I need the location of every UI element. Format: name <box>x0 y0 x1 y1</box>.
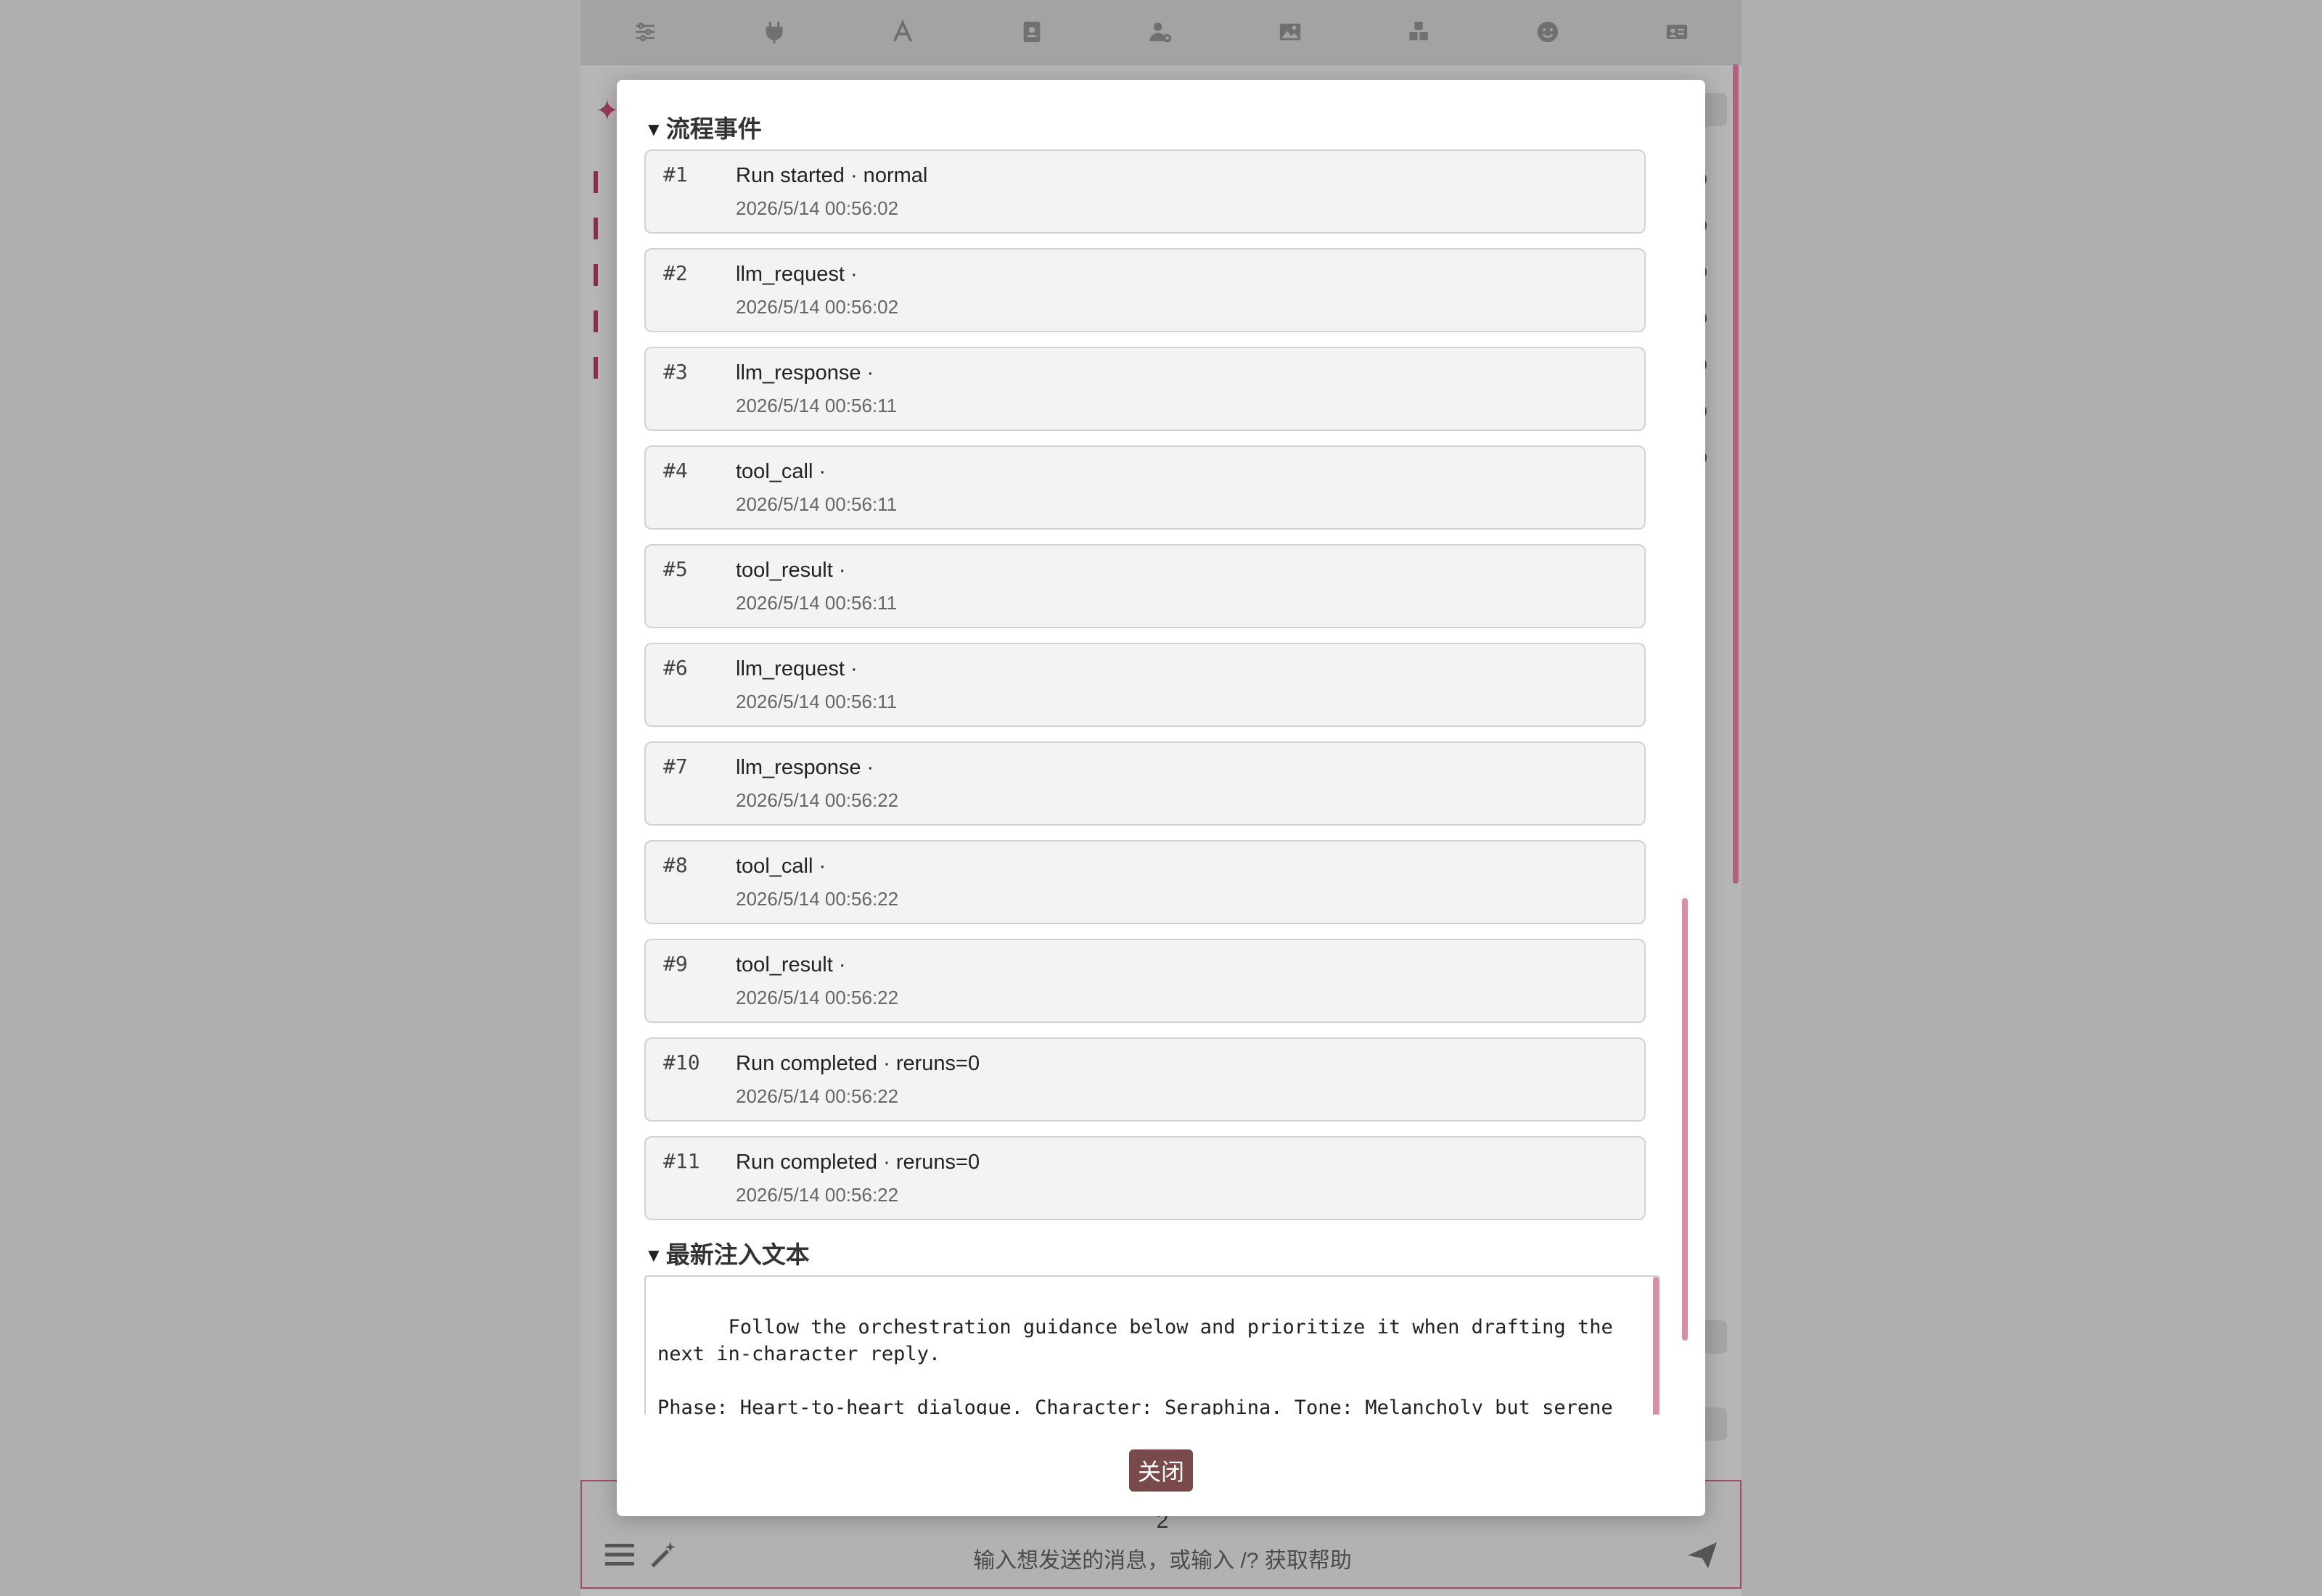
event-timestamp: 2026/5/14 00:56:02 <box>736 197 899 219</box>
event-timestamp: 2026/5/14 00:56:11 <box>736 493 898 515</box>
event-card[interactable]: #1 Run started · normal 2026/5/14 00:56:02 <box>644 149 1646 234</box>
event-number: #5 <box>663 557 688 581</box>
event-card[interactable]: #9 tool_result · 2026/5/14 00:56:22 <box>644 939 1646 1023</box>
list-marker <box>594 310 598 332</box>
event-card[interactable]: #3 llm_response · 2026/5/14 00:56:11 <box>644 347 1646 431</box>
plug-icon[interactable] <box>760 18 788 46</box>
event-number: #2 <box>663 261 688 285</box>
event-title: Run completed · reruns=0 <box>736 1052 980 1075</box>
event-timestamp: 2026/5/14 00:56:11 <box>736 691 898 712</box>
id-card-icon[interactable] <box>1663 18 1691 46</box>
event-title: tool_result · <box>736 559 846 582</box>
event-title: llm_response · <box>736 756 874 779</box>
list-marker <box>594 264 598 286</box>
image-icon[interactable] <box>1276 18 1304 46</box>
run-events-modal: ▼ 流程事件 #1 Run started · normal 2026/5/14 0… <box>617 80 1705 1516</box>
font-icon[interactable] <box>889 18 916 46</box>
event-number: #8 <box>663 853 688 877</box>
event-title: Run completed · reruns=0 <box>736 1151 980 1174</box>
inject-scrollbar[interactable] <box>1653 1277 1659 1415</box>
sparkle-icon: ✦ <box>595 95 620 127</box>
top-toolbar <box>580 0 1742 64</box>
list-marker <box>594 357 598 379</box>
event-title: llm_response · <box>736 361 874 384</box>
event-number: #4 <box>663 458 688 482</box>
event-timestamp: 2026/5/14 00:56:22 <box>736 789 899 811</box>
event-timestamp: 2026/5/14 00:56:22 <box>736 987 899 1008</box>
event-card[interactable]: #11 Run completed · reruns=0 2026/5/14 00:… <box>644 1136 1646 1220</box>
disclosure-triangle-icon[interactable]: ▼ <box>644 109 663 149</box>
cubes-icon[interactable] <box>1405 18 1432 46</box>
sliders-icon[interactable] <box>631 18 659 46</box>
event-title: llm_request · <box>736 263 858 286</box>
event-number: #3 <box>663 360 688 384</box>
modal-scrollbar[interactable] <box>1682 898 1688 1341</box>
event-number: #7 <box>663 754 688 778</box>
event-card[interactable]: #10 Run completed · reruns=0 2026/5/14 00:… <box>644 1037 1646 1122</box>
inject-section-title: 最新注入文本 <box>665 1241 810 1268</box>
event-number: #9 <box>663 952 688 976</box>
event-card[interactable]: #6 llm_request · 2026/5/14 00:56:11 <box>644 643 1646 727</box>
event-list: #1 Run started · normal 2026/5/14 00:56:02… <box>644 149 1669 1220</box>
event-timestamp: 2026/5/14 00:56:22 <box>736 888 899 910</box>
event-card[interactable]: #2 llm_request · 2026/5/14 00:56:02 <box>644 248 1646 332</box>
event-timestamp: 2026/5/14 00:56:22 <box>736 1184 899 1206</box>
event-card[interactable]: #8 tool_call · 2026/5/14 00:56:22 <box>644 840 1646 924</box>
event-timestamp: 2026/5/14 00:56:11 <box>736 395 898 416</box>
event-timestamp: 2026/5/14 00:56:02 <box>736 296 899 318</box>
address-book-icon[interactable] <box>1018 18 1046 46</box>
disclosure-triangle-icon[interactable]: ▼ <box>644 1235 663 1275</box>
event-title: tool_result · <box>736 953 846 976</box>
event-title: tool_call · <box>736 460 826 483</box>
smile-icon[interactable] <box>1534 18 1562 46</box>
background-scrollbar[interactable] <box>1733 64 1739 884</box>
event-title: Run started · normal <box>736 164 928 187</box>
close-button[interactable]: 关闭 <box>1129 1449 1193 1492</box>
inject-text-box[interactable]: Follow the orchestration guidance below … <box>644 1275 1660 1415</box>
event-card[interactable]: #5 tool_result · 2026/5/14 00:56:11 <box>644 544 1646 628</box>
message-input-placeholder[interactable]: 输入想发送的消息，或输入 /? 获取帮助 <box>582 1542 1743 1574</box>
event-number: #10 <box>663 1050 700 1074</box>
events-section-title: 流程事件 <box>665 115 762 142</box>
inject-section-header[interactable]: ▼ 最新注入文本 <box>644 1235 1669 1275</box>
event-title: tool_call · <box>736 855 826 878</box>
event-timestamp: 2026/5/14 00:56:22 <box>736 1085 899 1107</box>
events-section-header[interactable]: ▼ 流程事件 <box>644 109 1669 149</box>
event-number: #11 <box>663 1149 700 1173</box>
send-icon[interactable] <box>1685 1538 1720 1573</box>
user-gear-icon[interactable] <box>1147 18 1175 46</box>
modal-content: ▼ 流程事件 #1 Run started · normal 2026/5/14 0… <box>644 109 1669 1415</box>
event-title: llm_request · <box>736 657 858 680</box>
inject-text: Follow the orchestration guidance below … <box>657 1316 1613 1415</box>
event-timestamp: 2026/5/14 00:56:11 <box>736 592 898 614</box>
event-card[interactable]: #7 llm_response · 2026/5/14 00:56:22 <box>644 741 1646 826</box>
event-card[interactable]: #4 tool_call · 2026/5/14 00:56:11 <box>644 445 1646 530</box>
event-number: #1 <box>663 163 688 186</box>
event-number: #6 <box>663 656 688 680</box>
list-marker <box>594 218 598 239</box>
list-marker <box>594 171 598 193</box>
